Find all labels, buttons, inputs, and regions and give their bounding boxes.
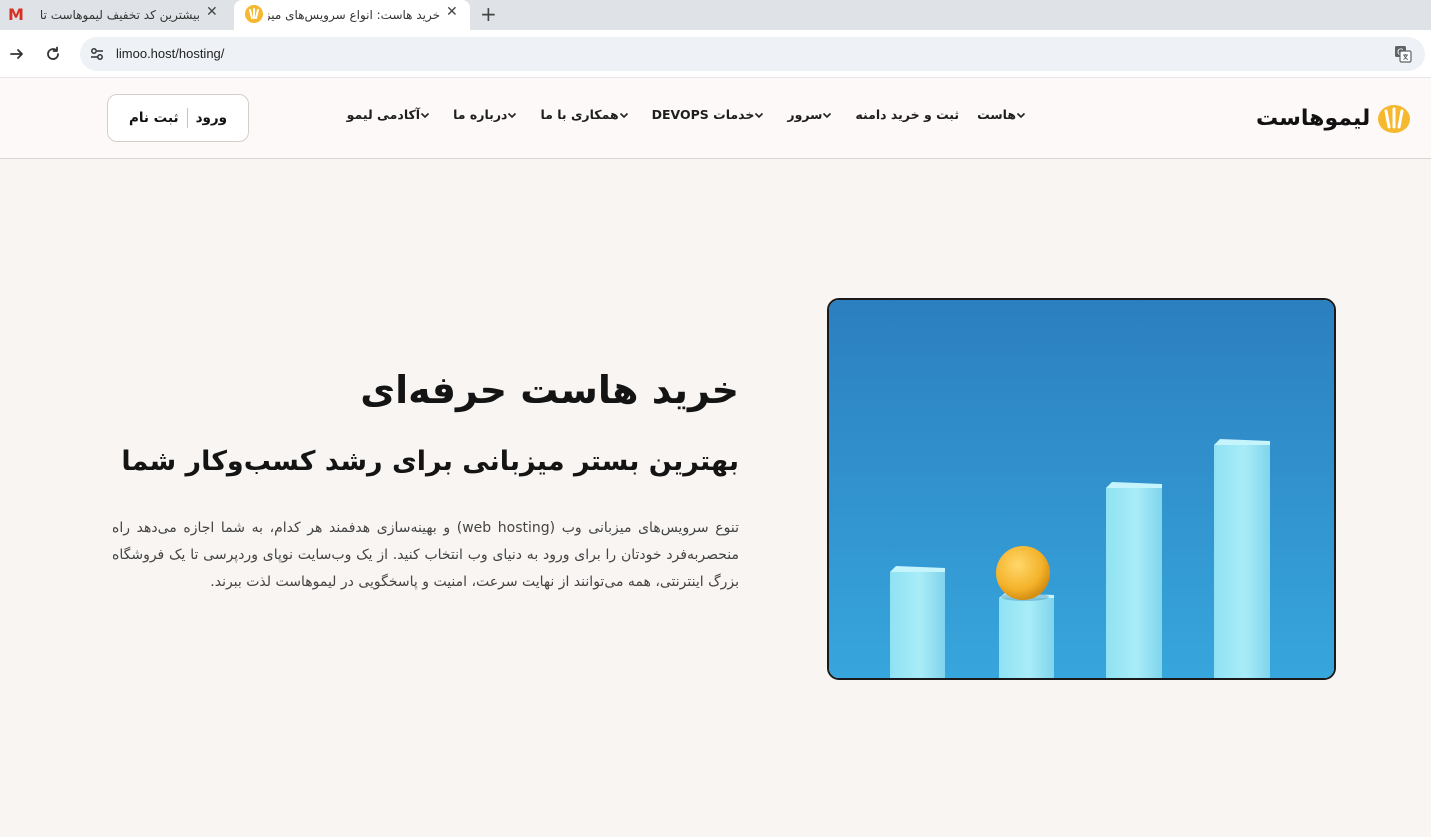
reload-icon	[47, 46, 59, 60]
site-logo[interactable]: لیموهاست	[1256, 100, 1412, 136]
browser-tab-bar: M بیشترین کد تخفیف لیموهاست تا ✕ خرید ها…	[0, 0, 1431, 30]
nav-item-label: خدمات DEVOPS	[651, 107, 755, 122]
nav-item-hosting[interactable]: هاست	[977, 107, 1031, 122]
nav-item-label: درباره ما	[453, 107, 508, 122]
limoo-icon	[245, 5, 263, 23]
nav-item-devops[interactable]: خدمات DEVOPS	[652, 107, 770, 122]
reload-button[interactable]	[41, 42, 65, 66]
nav-item-partnership[interactable]: همکاری با ما	[540, 107, 633, 122]
signup-button[interactable]: ثبت نام	[121, 110, 187, 126]
hero-subtitle: بهترین بستر میزبانی برای رشد کسب‌وکار شم…	[121, 446, 739, 477]
hero-description: تنوع سرویس‌های میزبانی وب (web hosting) …	[112, 520, 739, 590]
logo-text: لیموهاست	[1256, 105, 1371, 131]
auth-box: ثبت نام ورود	[107, 94, 249, 142]
chevron-down-icon	[421, 112, 430, 118]
nav-item-academy[interactable]: آکادمی لیمو	[347, 107, 435, 122]
nav-item-label: سرور	[787, 107, 823, 122]
hero-title: خرید هاست حرفه‌ای	[360, 368, 739, 412]
lemon-logo-icon	[1378, 105, 1411, 133]
new-tab-button[interactable]: +	[480, 2, 497, 26]
site-header: لیموهاست هاست ثبت و خرید دامنه سرور خدما…	[0, 78, 1431, 159]
gmail-icon: M	[8, 5, 24, 24]
hero-illustration	[827, 298, 1336, 680]
translate-icon[interactable]: G	[1393, 44, 1413, 64]
arrow-right-icon	[10, 49, 23, 59]
chevron-down-icon	[1016, 112, 1026, 118]
chevron-down-icon	[508, 112, 517, 118]
site-settings-icon[interactable]	[88, 45, 106, 63]
nav-item-about[interactable]: درباره ما	[453, 107, 522, 122]
chevron-down-icon	[755, 112, 764, 118]
login-button[interactable]: ورود	[188, 110, 235, 126]
browser-tab-inactive[interactable]: M بیشترین کد تخفیف لیموهاست تا ✕	[0, 0, 230, 30]
browser-toolbar: limoo.host/hosting/ G	[0, 30, 1431, 78]
nav-item-label: ثبت و خرید دامنه	[855, 107, 960, 122]
tab-title: خرید هاست: انواع سرویس‌های میز	[268, 8, 440, 22]
nav-item-server[interactable]: سرور	[787, 107, 837, 122]
chevron-down-icon	[619, 112, 628, 118]
tab-title: بیشترین کد تخفیف لیموهاست تا	[39, 8, 200, 22]
close-icon[interactable]: ✕	[446, 4, 458, 20]
url-text[interactable]: limoo.host/hosting/	[116, 46, 224, 61]
nav-item-domain[interactable]: ثبت و خرید دامنه	[855, 107, 959, 122]
nav-item-label: هاست	[977, 107, 1016, 122]
address-bar[interactable]: limoo.host/hosting/ G	[80, 37, 1425, 71]
browser-tab-active[interactable]: خرید هاست: انواع سرویس‌های میز ✕	[234, 0, 470, 30]
main-nav: هاست ثبت و خرید دامنه سرور خدمات DEVOPS …	[329, 107, 1031, 122]
chevron-down-icon	[823, 112, 832, 118]
nav-item-label: آکادمی لیمو	[346, 107, 421, 122]
close-icon[interactable]: ✕	[206, 4, 218, 20]
back-button[interactable]	[5, 42, 29, 66]
growth-bars-image	[829, 300, 1334, 678]
nav-item-label: همکاری با ما	[540, 107, 619, 122]
